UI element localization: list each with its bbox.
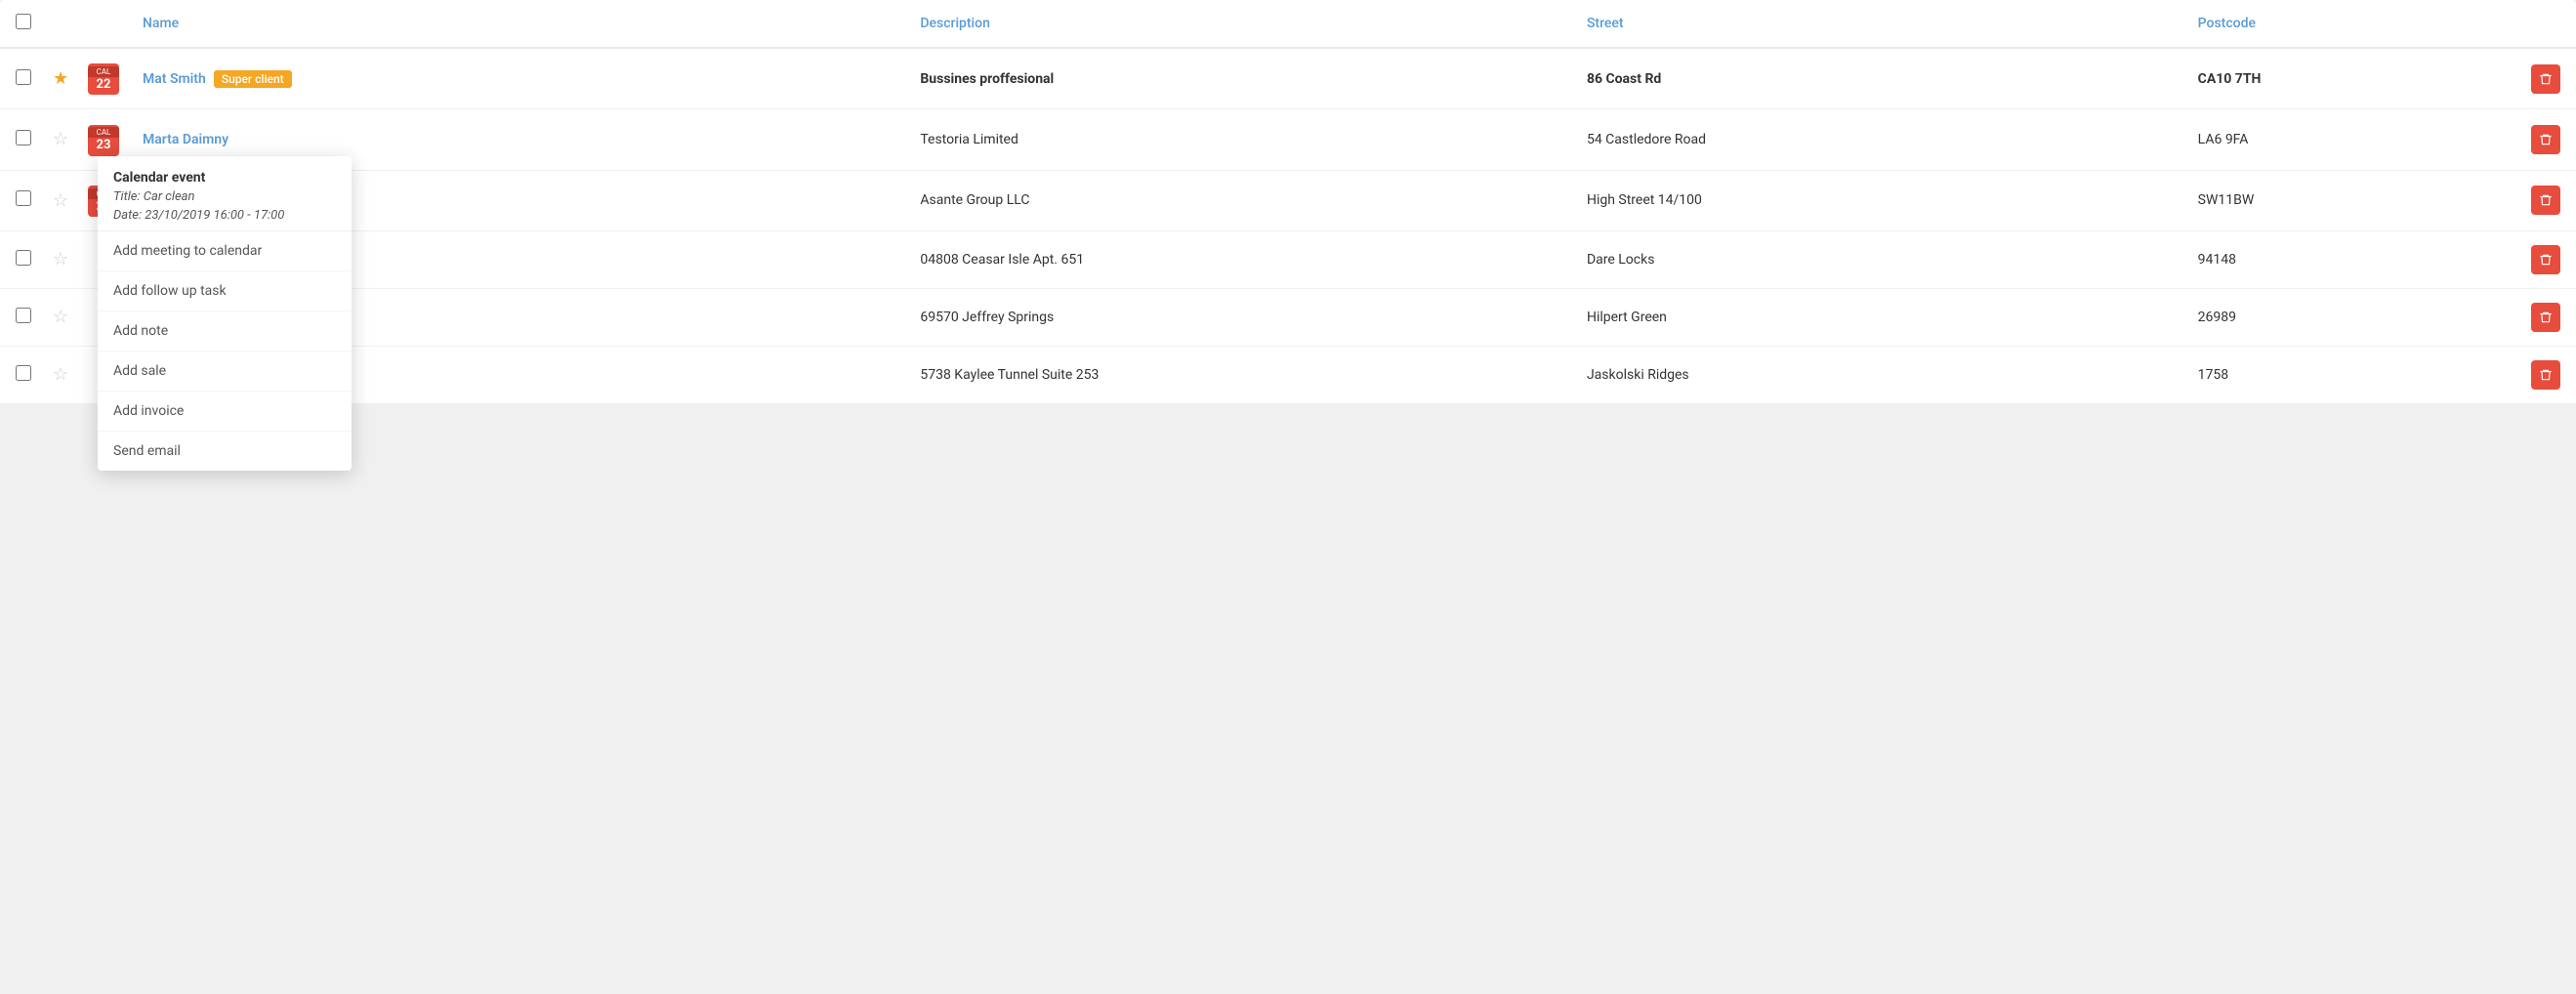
calendar-icon-0[interactable]: CAL22: [88, 63, 119, 95]
client-name-link-0[interactable]: Mat Smith: [143, 71, 206, 87]
popup-title: Calendar event: [113, 170, 336, 186]
popup-header: Calendar event Title: Car clean Date: 23…: [98, 156, 352, 231]
popup-menu-item-1[interactable]: Add follow up task: [98, 271, 352, 311]
description-text-3: 04808 Ceasar Isle Apt. 651: [920, 252, 1084, 268]
table-row: ☆ 5738 Kaylee Tunnel Suite 253 Jaskolski R…: [0, 346, 2576, 403]
postcode-text-3: 94148: [2198, 252, 2236, 268]
header-cal-col: [84, 0, 127, 48]
cell-postcode-3: 94148: [2182, 230, 2515, 288]
header-name: Name: [127, 0, 904, 48]
cell-description-1: Testoria Limited: [904, 109, 1571, 170]
header-checkbox-col: [0, 0, 49, 48]
cell-postcode-0: CA10 7TH: [2182, 48, 2515, 109]
description-text-1: Testoria Limited: [920, 132, 1018, 147]
cell-postcode-5: 1758: [2182, 346, 2515, 403]
cell-postcode-2: SW11BW: [2182, 170, 2515, 230]
delete-button-1[interactable]: [2531, 125, 2560, 154]
street-text-4: Hilpert Green: [1587, 310, 1667, 325]
select-all-checkbox[interactable]: [16, 14, 31, 29]
postcode-text-0: CA10 7TH: [2198, 71, 2262, 87]
postcode-text-4: 26989: [2198, 310, 2236, 325]
cell-action-3: [2515, 230, 2576, 288]
description-text-2: Asante Group LLC: [920, 192, 1029, 208]
cell-action-2: [2515, 170, 2576, 230]
calendar-icon-1[interactable]: CAL23: [88, 125, 119, 156]
popup-menu-item-5[interactable]: Send email: [98, 432, 352, 471]
cell-description-0: Bussines proffesional: [904, 48, 1571, 109]
table-row: ☆ CAL23 Marta Daimny Testoria Limited 54 Cas…: [0, 109, 2576, 170]
delete-button-5[interactable]: [2531, 360, 2560, 390]
delete-button-3[interactable]: [2531, 245, 2560, 274]
street-text-0: 86 Coast Rd: [1587, 71, 1661, 87]
cell-description-2: Asante Group LLC: [904, 170, 1571, 230]
delete-button-4[interactable]: [2531, 303, 2560, 332]
cell-action-4: [2515, 288, 2576, 346]
cell-action-0: [2515, 48, 2576, 109]
cell-action-1: [2515, 109, 2576, 170]
cell-name-0: Mat Smith Super client: [127, 48, 904, 109]
cell-description-5: 5738 Kaylee Tunnel Suite 253: [904, 346, 1571, 403]
delete-button-0[interactable]: [2531, 64, 2560, 94]
cell-action-5: [2515, 346, 2576, 403]
header-postcode: Postcode: [2182, 0, 2515, 48]
contacts-table-container: Name Description Street Postcode ★ CAL22 M…: [0, 0, 2576, 404]
street-text-5: Jaskolski Ridges: [1587, 367, 1689, 383]
cell-street-3: Dare Locks: [1571, 230, 2182, 288]
table-row: ★ CAL22 Mat Smith Super client Bussines prof…: [0, 48, 2576, 109]
popup-event-title: Title: Car clean: [113, 189, 336, 204]
row-checkbox-1[interactable]: [16, 130, 31, 145]
popup-menu-item-0[interactable]: Add meeting to calendar: [98, 231, 352, 271]
description-text-5: 5738 Kaylee Tunnel Suite 253: [920, 367, 1099, 383]
popup-menu-item-3[interactable]: Add sale: [98, 352, 352, 392]
header-action: [2515, 0, 2576, 48]
cell-street-2: High Street 14/100: [1571, 170, 2182, 230]
street-text-3: Dare Locks: [1587, 252, 1655, 268]
street-text-2: High Street 14/100: [1587, 192, 1702, 208]
table-row: ☆ 04808 Ceasar Isle Apt. 651 Dare Locks 941…: [0, 230, 2576, 288]
table-row: ☆CAL23Martin KowalskyVIPAsante Group LLC…: [0, 170, 2576, 230]
header-street: Street: [1571, 0, 2182, 48]
cell-street-4: Hilpert Green: [1571, 288, 2182, 346]
cell-description-4: 69570 Jeffrey Springs: [904, 288, 1571, 346]
star-icon-3[interactable]: ☆: [53, 249, 68, 269]
cell-street-1: 54 Castledore Road: [1571, 109, 2182, 170]
star-icon-5[interactable]: ☆: [53, 364, 68, 385]
header-star-col: [49, 0, 84, 48]
row-checkbox-0[interactable]: [16, 69, 31, 85]
street-text-1: 54 Castledore Road: [1587, 132, 1706, 147]
popup-menu-item-2[interactable]: Add note: [98, 311, 352, 352]
cell-street-0: 86 Coast Rd: [1571, 48, 2182, 109]
client-name-link-1[interactable]: Marta Daimny: [143, 132, 229, 147]
popup-menu-item-4[interactable]: Add invoice: [98, 392, 352, 432]
popup-menu: Add meeting to calendarAdd follow up tas…: [98, 231, 352, 471]
client-badge-0: Super client: [214, 70, 292, 88]
star-icon-4[interactable]: ☆: [53, 307, 68, 327]
description-text-0: Bussines proffesional: [920, 71, 1054, 87]
header-description: Description: [904, 0, 1571, 48]
postcode-text-2: SW11BW: [2198, 192, 2255, 208]
cell-postcode-1: LA6 9FA: [2182, 109, 2515, 170]
star-icon-2[interactable]: ☆: [53, 190, 68, 211]
calendar-event-popup: Calendar event Title: Car clean Date: 23…: [98, 156, 352, 471]
table-row: ☆tag2tag369570 Jeffrey SpringsHilpert Gr…: [0, 288, 2576, 346]
star-icon-0[interactable]: ★: [53, 68, 68, 89]
description-text-4: 69570 Jeffrey Springs: [920, 310, 1054, 325]
popup-event-date: Date: 23/10/2019 16:00 - 17:00: [113, 208, 336, 223]
cell-postcode-4: 26989: [2182, 288, 2515, 346]
row-checkbox-2[interactable]: [16, 190, 31, 206]
row-checkbox-4[interactable]: [16, 308, 31, 323]
postcode-text-1: LA6 9FA: [2198, 132, 2249, 147]
cell-description-3: 04808 Ceasar Isle Apt. 651: [904, 230, 1571, 288]
delete-button-2[interactable]: [2531, 186, 2560, 215]
cell-street-5: Jaskolski Ridges: [1571, 346, 2182, 403]
row-checkbox-3[interactable]: [16, 250, 31, 266]
contacts-table: Name Description Street Postcode ★ CAL22 M…: [0, 0, 2576, 404]
postcode-text-5: 1758: [2198, 367, 2228, 383]
row-checkbox-5[interactable]: [16, 365, 31, 381]
star-icon-1[interactable]: ☆: [53, 129, 68, 149]
